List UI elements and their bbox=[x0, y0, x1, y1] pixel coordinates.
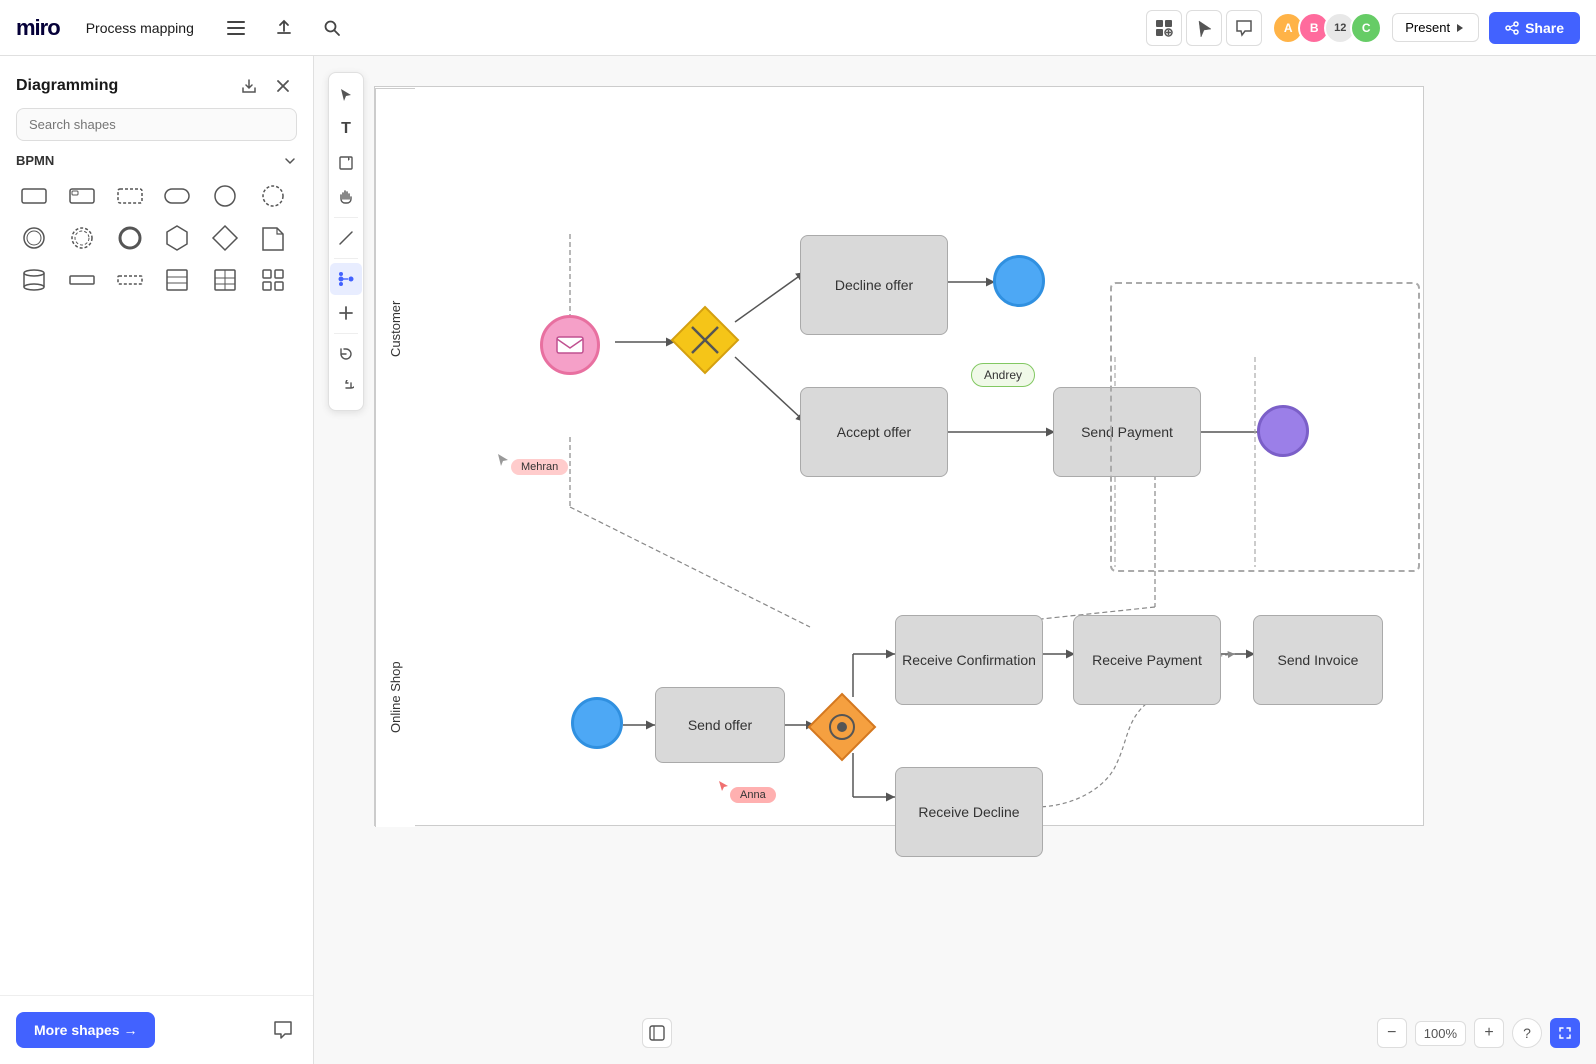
connect-tool[interactable] bbox=[330, 263, 362, 295]
panel-toggle-button[interactable] bbox=[642, 1018, 672, 1048]
shape-hexagon[interactable] bbox=[159, 220, 195, 256]
end-event-decline[interactable] bbox=[993, 255, 1045, 307]
mehran-cursor bbox=[495, 452, 511, 473]
shape-table[interactable] bbox=[207, 262, 243, 298]
gateway-xor[interactable] bbox=[670, 305, 740, 375]
shape-double-circle-dashed[interactable] bbox=[64, 220, 100, 256]
swimlane-customer: Customer bbox=[375, 88, 415, 568]
select-tool[interactable] bbox=[330, 79, 362, 111]
comment-tool[interactable] bbox=[1226, 10, 1262, 46]
sidebar-close-button[interactable] bbox=[269, 72, 297, 100]
search-button[interactable] bbox=[316, 12, 348, 44]
shape-dashed-flat[interactable] bbox=[112, 262, 148, 298]
collaboration-boundary bbox=[1110, 282, 1420, 572]
accept-offer-task[interactable]: Accept offer bbox=[800, 387, 948, 477]
receive-payment-task[interactable]: Receive Payment bbox=[1073, 615, 1221, 705]
diagram: Customer Online Shop bbox=[374, 86, 1424, 826]
zoom-level: 100% bbox=[1415, 1021, 1466, 1046]
bpmn-label: BPMN bbox=[16, 153, 54, 168]
board-title[interactable]: Process mapping bbox=[76, 16, 204, 40]
redo-tool[interactable] bbox=[330, 372, 362, 404]
present-button[interactable]: Present bbox=[1392, 13, 1479, 42]
shape-task[interactable] bbox=[64, 178, 100, 214]
shape-cylinder[interactable] bbox=[16, 262, 52, 298]
zoom-in-button[interactable]: + bbox=[1474, 1018, 1504, 1048]
search-shapes-input[interactable] bbox=[16, 108, 297, 141]
decline-offer-task[interactable]: Decline offer bbox=[800, 235, 948, 335]
gateway-event[interactable] bbox=[807, 692, 877, 762]
bpmn-section: BPMN bbox=[0, 153, 313, 310]
shape-circle[interactable] bbox=[207, 178, 243, 214]
toolbar-tools bbox=[1146, 10, 1262, 46]
chat-button[interactable] bbox=[269, 1016, 297, 1044]
send-offer-task[interactable]: Send offer bbox=[655, 687, 785, 763]
line-tool[interactable] bbox=[330, 222, 362, 254]
shape-rectangle[interactable] bbox=[16, 178, 52, 214]
mehran-label: Mehran bbox=[511, 459, 568, 475]
hand-tool[interactable] bbox=[330, 181, 362, 213]
avatar-3: C bbox=[1350, 12, 1382, 44]
anna-label: Anna bbox=[730, 787, 776, 803]
sidebar-footer: More shapes → bbox=[0, 995, 313, 1064]
app-logo: miro bbox=[16, 15, 60, 41]
anna-cursor bbox=[717, 780, 731, 799]
topbar: miro Process mapping A B 12 C Prese bbox=[0, 0, 1596, 56]
shape-circle-dashed[interactable] bbox=[255, 178, 291, 214]
bottom-toolbar: − 100% + ? bbox=[1377, 1018, 1580, 1048]
canvas[interactable]: Customer Online Shop bbox=[314, 56, 1596, 1064]
zoom-out-button[interactable]: − bbox=[1377, 1018, 1407, 1048]
receive-confirmation-task[interactable]: Receive Confirmation bbox=[895, 615, 1043, 705]
send-invoice-task[interactable]: Send Invoice bbox=[1253, 615, 1383, 705]
add-tool[interactable] bbox=[330, 297, 362, 329]
sidebar: Diagramming BPMN bbox=[0, 56, 314, 1064]
help-button[interactable]: ? bbox=[1512, 1018, 1542, 1048]
share-export-button[interactable] bbox=[268, 12, 300, 44]
shape-diamond[interactable] bbox=[207, 220, 243, 256]
start-event-online[interactable] bbox=[571, 697, 623, 749]
add-shape-tool[interactable] bbox=[1146, 10, 1182, 46]
sidebar-header: Diagramming bbox=[0, 56, 313, 108]
shape-dashed-rect[interactable] bbox=[112, 178, 148, 214]
cursor-tool[interactable] bbox=[1186, 10, 1222, 46]
shape-grid[interactable] bbox=[255, 262, 291, 298]
shape-flat-rect[interactable] bbox=[64, 262, 100, 298]
shape-document[interactable] bbox=[255, 220, 291, 256]
fullscreen-button[interactable] bbox=[1550, 1018, 1580, 1048]
avatar-group: A B 12 C bbox=[1272, 12, 1382, 44]
shape-bold-circle[interactable] bbox=[112, 220, 148, 256]
share-button[interactable]: Share bbox=[1489, 12, 1580, 44]
bpmn-section-header[interactable]: BPMN bbox=[16, 153, 297, 168]
undo-tool[interactable] bbox=[330, 338, 362, 370]
shape-list[interactable] bbox=[159, 262, 195, 298]
sticky-tool[interactable] bbox=[330, 147, 362, 179]
canvas-inner: Customer Online Shop bbox=[314, 56, 1596, 1064]
bottom-left-toolbar bbox=[642, 1018, 672, 1048]
shape-double-circle[interactable] bbox=[16, 220, 52, 256]
text-tool[interactable]: T bbox=[330, 113, 362, 145]
message-start-event[interactable] bbox=[540, 315, 600, 375]
more-shapes-button[interactable]: More shapes → bbox=[16, 1012, 155, 1048]
shapes-grid bbox=[16, 178, 297, 310]
andrey-label: Andrey bbox=[971, 363, 1035, 387]
swimlane-online-shop: Online Shop bbox=[375, 567, 415, 827]
sidebar-export-button[interactable] bbox=[235, 72, 263, 100]
menu-button[interactable] bbox=[220, 12, 252, 44]
shape-rounded-rect[interactable] bbox=[159, 178, 195, 214]
canvas-toolbar: T bbox=[328, 72, 364, 411]
receive-decline-task[interactable]: Receive Decline bbox=[895, 767, 1043, 857]
sidebar-title: Diagramming bbox=[16, 77, 118, 95]
